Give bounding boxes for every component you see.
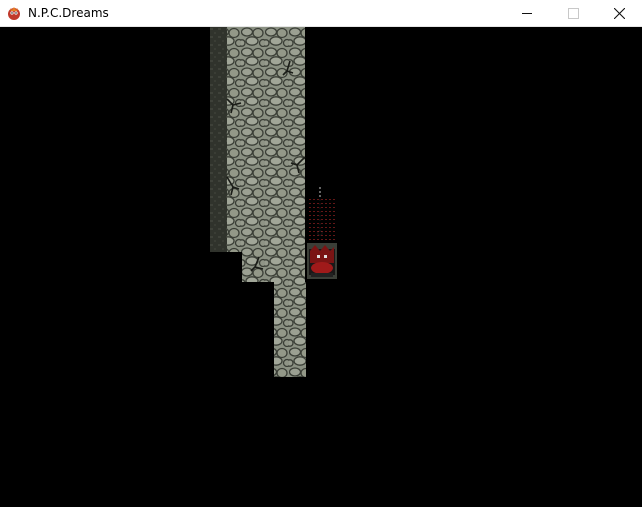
title-bar[interactable]: N.P.C.Dreams	[0, 0, 642, 27]
dungeon-map	[210, 27, 337, 377]
minimize-icon	[521, 12, 532, 14]
maximize-icon	[567, 7, 579, 19]
npc-dreams-icon	[8, 7, 20, 20]
red-grate	[307, 197, 337, 242]
wall-left	[210, 27, 227, 252]
window-title: N.P.C.Dreams	[28, 6, 109, 20]
close-icon	[613, 7, 625, 19]
player-character[interactable]	[307, 243, 337, 279]
cobblestone-floor-lower	[274, 282, 306, 377]
game-window: N.P.C.Dreams	[0, 0, 642, 507]
game-viewport[interactable]	[1, 27, 641, 506]
close-button[interactable]	[596, 0, 642, 26]
window-controls	[504, 0, 642, 26]
maximize-button[interactable]	[550, 0, 596, 26]
minimize-button[interactable]	[504, 0, 550, 26]
